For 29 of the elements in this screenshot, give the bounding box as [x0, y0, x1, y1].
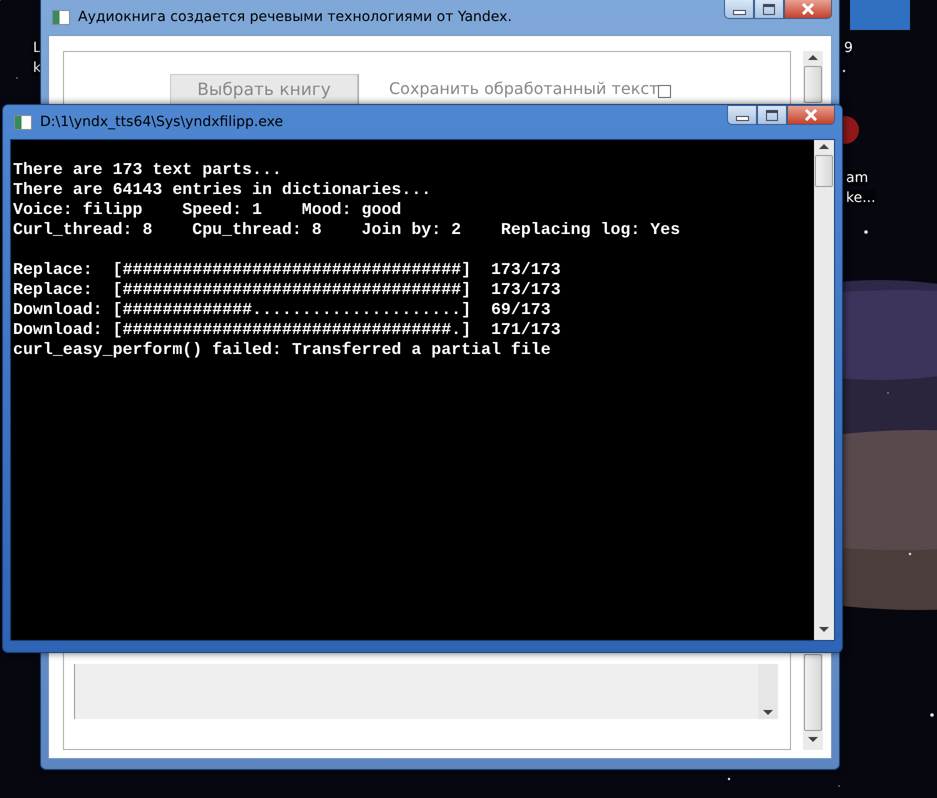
window-title: Аудиокнига создается речевыми технологиями от Yandex.: [78, 9, 513, 25]
console-line: There are 64143 entries in dictionaries...: [13, 180, 432, 200]
close-icon: [804, 109, 818, 121]
choose-book-button[interactable]: Выбрать книгу: [170, 74, 358, 104]
window-title: D:\1\yndx_tts64\Sys\yndxfilipp.exe: [40, 114, 284, 130]
app-icon: [52, 10, 70, 24]
app-icon: [14, 114, 32, 130]
minimize-button[interactable]: [727, 105, 757, 125]
close-icon: [801, 3, 815, 15]
checkbox[interactable]: [658, 85, 672, 98]
close-button[interactable]: [784, 0, 832, 19]
save-text-label: Сохранить обработанный текст: [389, 78, 658, 100]
scrollbar[interactable]: [803, 51, 823, 103]
console-line: Download: [#############.....................] 69/173: [13, 300, 552, 320]
console-line: There are 173 text parts...: [13, 160, 283, 180]
maximize-button[interactable]: [754, 0, 784, 19]
console-line: curl_easy_perform() failed: Transferred a partial file: [13, 340, 552, 360]
console-line: Replace: [##################################] 173/173: [13, 260, 562, 280]
desktop-icon-label: am: [846, 170, 868, 186]
scrollbar[interactable]: [803, 654, 823, 750]
minimize-button[interactable]: [724, 0, 754, 19]
scrollbar[interactable]: [814, 140, 834, 640]
console-line: Curl_thread: 8 Cpu_thread: 8 Join by: 2 Replacing log: Yes: [13, 220, 682, 240]
maximize-button[interactable]: [757, 105, 787, 125]
console-line: Replace: [##################################] 173/173: [13, 280, 562, 300]
close-button[interactable]: [787, 105, 835, 125]
desktop-icon-label: ke...: [846, 190, 876, 206]
console-line: Voice: filipp Speed: 1 Mood: good: [13, 200, 402, 220]
console-line: Download: [#################################.] 171/173: [13, 320, 562, 340]
